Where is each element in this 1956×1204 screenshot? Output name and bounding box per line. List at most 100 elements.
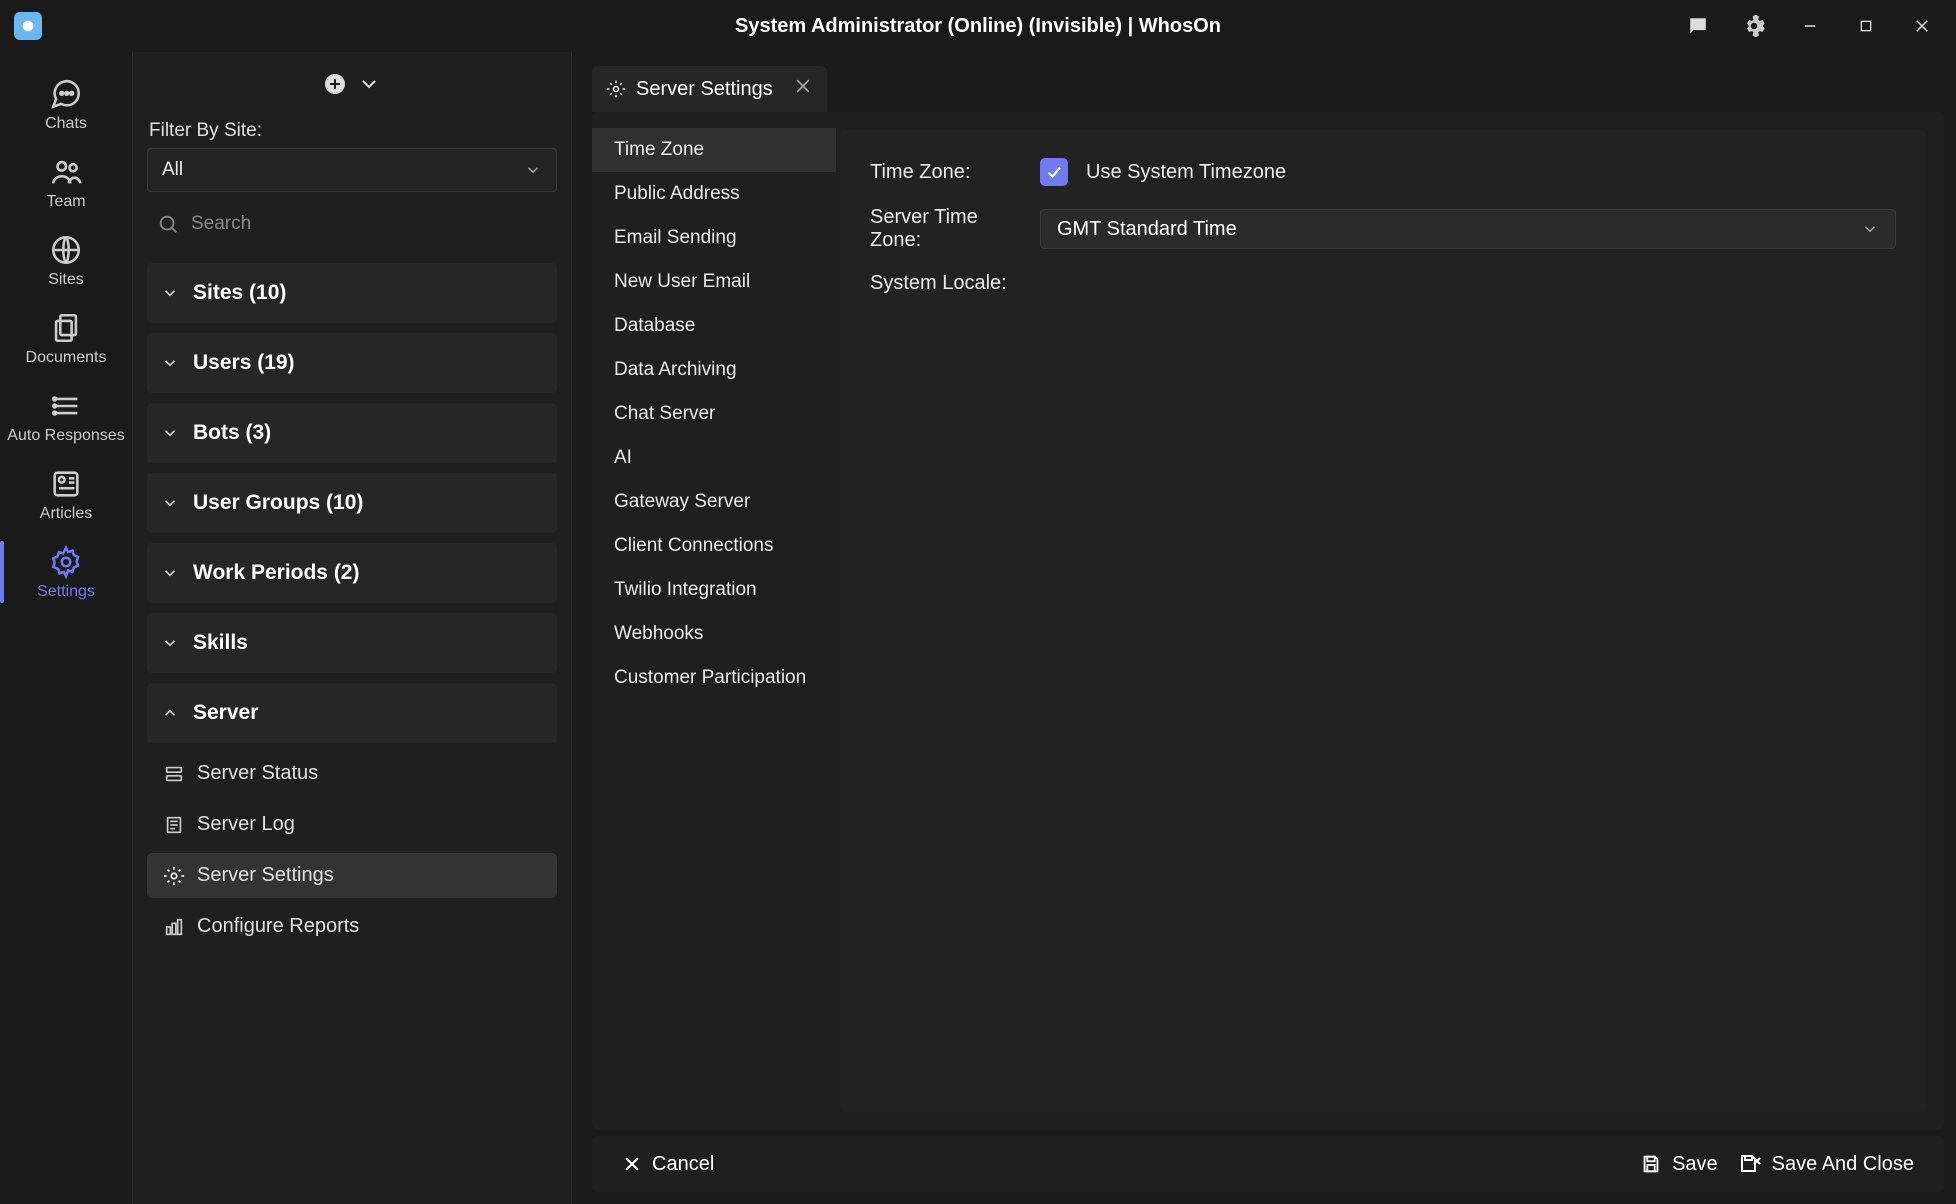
gear-icon (163, 865, 185, 887)
group-label: Bots (3) (193, 421, 271, 445)
snav-customer-participation[interactable]: Customer Participation (592, 656, 836, 700)
snav-time-zone[interactable]: Time Zone (592, 128, 836, 172)
group-label: User Groups (10) (193, 491, 363, 515)
save-label: Save (1672, 1153, 1718, 1176)
save-button[interactable]: Save (1630, 1147, 1728, 1182)
snav-twilio-integration[interactable]: Twilio Integration (592, 568, 836, 612)
save-close-label: Save And Close (1772, 1153, 1914, 1176)
tree-group-server[interactable]: Server (147, 683, 557, 743)
filter-value: All (162, 159, 183, 181)
add-icon[interactable] (323, 72, 347, 102)
group-label: Server (193, 701, 258, 725)
tree-group-bots[interactable]: Bots (3) (147, 403, 557, 463)
chevron-down-icon (1861, 220, 1879, 238)
search-placeholder: Search (191, 213, 251, 235)
rail-item-settings[interactable]: Settings (0, 535, 132, 609)
tree-leaf-server-log[interactable]: Server Log (147, 802, 557, 847)
tab-strip: Server Settings (592, 52, 1944, 112)
tree-group-work-periods[interactable]: Work Periods (2) (147, 543, 557, 603)
snav-webhooks[interactable]: Webhooks (592, 612, 836, 656)
maximize-button[interactable] (1842, 6, 1890, 46)
cancel-label: Cancel (652, 1153, 714, 1176)
nav-rail: Chats Team Sites Documents Auto Response… (0, 52, 132, 1204)
rail-label: Settings (37, 583, 95, 601)
side-panel: Filter By Site: All Search Sites (10) Us… (132, 52, 572, 1204)
server-tz-value: GMT Standard Time (1057, 218, 1237, 241)
group-label: Sites (10) (193, 281, 286, 305)
snav-data-archiving[interactable]: Data Archiving (592, 348, 836, 392)
system-locale-label: System Locale: (870, 272, 1022, 295)
rail-item-auto-responses[interactable]: Auto Responses (0, 379, 132, 453)
save-close-icon (1738, 1152, 1762, 1176)
use-system-timezone-checkbox[interactable] (1040, 158, 1068, 186)
settings-nav: Time Zone Public Address Email Sending N… (592, 112, 836, 1130)
tree-leaf-server-status[interactable]: Server Status (147, 751, 557, 796)
snav-client-connections[interactable]: Client Connections (592, 524, 836, 568)
gear-icon (606, 79, 626, 99)
notifications-icon[interactable] (1674, 6, 1722, 46)
snav-database[interactable]: Database (592, 304, 836, 348)
group-label: Users (19) (193, 351, 295, 375)
group-label: Work Periods (2) (193, 561, 359, 585)
chevron-down-icon (161, 564, 179, 582)
rail-label: Chats (45, 115, 87, 133)
snav-public-address[interactable]: Public Address (592, 172, 836, 216)
server-icon (163, 763, 185, 785)
rail-item-team[interactable]: Team (0, 145, 132, 219)
chevron-down-icon (161, 634, 179, 652)
filter-by-site-label: Filter By Site: (143, 120, 561, 148)
close-icon (622, 1154, 642, 1174)
footer-bar: Cancel Save Save And Close (592, 1136, 1944, 1192)
tree-leaf-server-settings[interactable]: Server Settings (147, 853, 557, 898)
rail-label: Sites (48, 271, 84, 289)
rail-label: Team (46, 193, 85, 211)
rail-label: Auto Responses (7, 427, 124, 445)
chevron-down-icon (161, 354, 179, 372)
tab-close-icon[interactable] (793, 76, 813, 102)
snav-new-user-email[interactable]: New User Email (592, 260, 836, 304)
leaf-label: Server Log (197, 813, 295, 836)
tab-server-settings[interactable]: Server Settings (592, 66, 827, 112)
filter-by-site-select[interactable]: All (147, 148, 557, 192)
rail-item-sites[interactable]: Sites (0, 223, 132, 297)
search-icon (157, 213, 179, 235)
settings-gear-icon[interactable] (1730, 6, 1778, 46)
server-time-zone-select[interactable]: GMT Standard Time (1040, 209, 1896, 249)
leaf-label: Server Status (197, 762, 318, 785)
minimize-button[interactable] (1786, 6, 1834, 46)
tree-group-user-groups[interactable]: User Groups (10) (147, 473, 557, 533)
app-icon (14, 12, 42, 40)
leaf-label: Configure Reports (197, 915, 359, 938)
form-area: Time Zone: Use System Timezone Server Ti… (840, 130, 1926, 1112)
rail-item-articles[interactable]: Articles (0, 457, 132, 531)
chevron-up-icon (161, 704, 179, 722)
leaf-label: Server Settings (197, 864, 334, 887)
snav-ai[interactable]: AI (592, 436, 836, 480)
tree-group-users[interactable]: Users (19) (147, 333, 557, 393)
time-zone-label: Time Zone: (870, 161, 1022, 184)
chevron-down-icon (161, 424, 179, 442)
snav-email-sending[interactable]: Email Sending (592, 216, 836, 260)
rail-label: Articles (40, 505, 92, 523)
titlebar: System Administrator (Online) (Invisible… (0, 0, 1956, 52)
add-dropdown-icon[interactable] (357, 72, 381, 102)
save-and-close-button[interactable]: Save And Close (1728, 1146, 1924, 1182)
log-icon (163, 814, 185, 836)
window-title: System Administrator (Online) (Invisible… (735, 15, 1221, 38)
rail-label: Documents (26, 349, 107, 367)
cancel-button[interactable]: Cancel (612, 1147, 724, 1182)
tree-group-sites[interactable]: Sites (10) (147, 263, 557, 323)
save-icon (1640, 1153, 1662, 1175)
snav-chat-server[interactable]: Chat Server (592, 392, 836, 436)
rail-item-chats[interactable]: Chats (0, 67, 132, 141)
close-button[interactable] (1898, 6, 1946, 46)
chevron-down-icon (161, 284, 179, 302)
tree-group-skills[interactable]: Skills (147, 613, 557, 673)
tab-label: Server Settings (636, 78, 773, 101)
server-time-zone-label: Server Time Zone: (870, 206, 1022, 252)
rail-item-documents[interactable]: Documents (0, 301, 132, 375)
tree-leaf-configure-reports[interactable]: Configure Reports (147, 904, 557, 949)
use-system-timezone-label: Use System Timezone (1086, 161, 1286, 184)
search-input[interactable]: Search (147, 202, 557, 246)
snav-gateway-server[interactable]: Gateway Server (592, 480, 836, 524)
